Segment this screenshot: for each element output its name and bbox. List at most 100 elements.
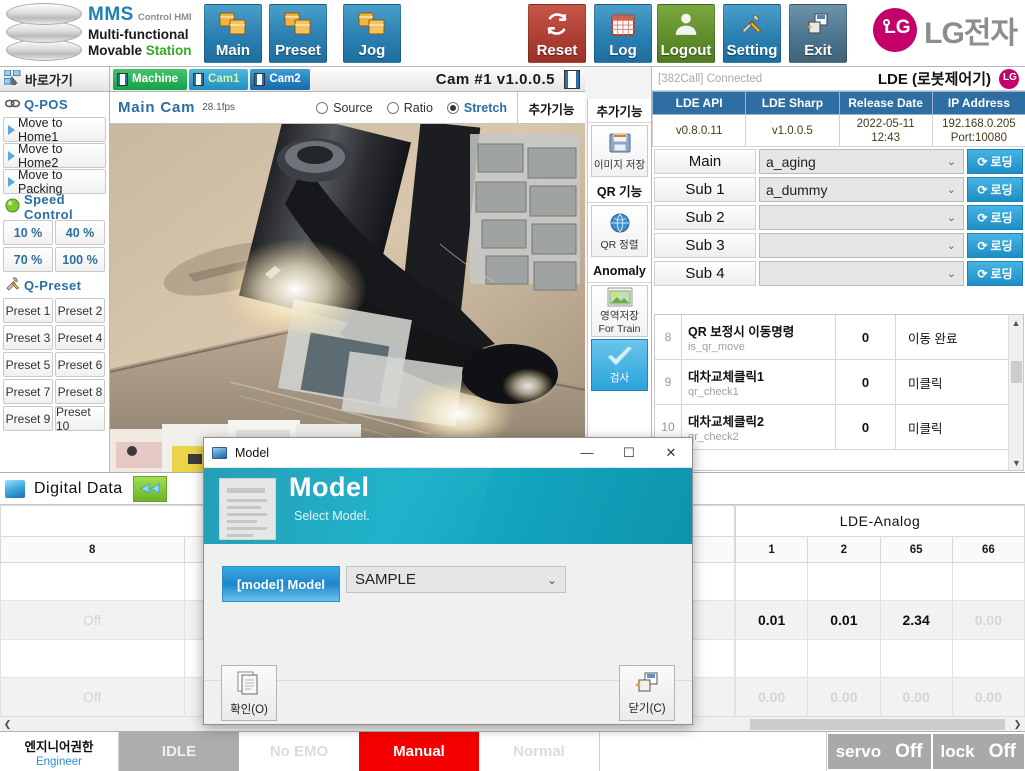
- scroll-down-arrow-icon[interactable]: ▼: [1009, 455, 1023, 470]
- slot-load-button-main[interactable]: ⟳ 로딩: [967, 149, 1023, 174]
- jog-button[interactable]: Jog: [343, 4, 401, 63]
- analog-group-header: LDE-Analog: [735, 504, 1025, 538]
- slot-load-button-sub1[interactable]: ⟳ 로딩: [967, 177, 1023, 202]
- preset-button-8[interactable]: Preset 8: [55, 379, 105, 404]
- dialog-ok-label: 확인(O): [230, 703, 268, 716]
- val-ip-address: 192.168.0.205 Port:10080: [931, 114, 1025, 147]
- speed-option-70[interactable]: 70 %: [3, 247, 53, 272]
- col-lde-api: LDE API: [651, 91, 747, 115]
- app-window: MMS Control HMI Multi-functional Movable …: [0, 0, 1025, 771]
- double-left-arrow-icon: [139, 481, 161, 497]
- check-icon: [605, 346, 635, 371]
- speed-option-100[interactable]: 100 %: [55, 247, 105, 272]
- tab-machine[interactable]: Machine: [113, 68, 188, 90]
- film-icon: [564, 69, 580, 89]
- slot-load-button-sub4[interactable]: ⟳ 로딩: [967, 261, 1023, 286]
- slot-load-button-sub3[interactable]: ⟳ 로딩: [967, 233, 1023, 258]
- setting-button[interactable]: Setting: [723, 4, 781, 63]
- slot-select-main-value: a_aging: [766, 153, 816, 170]
- preset-button-9[interactable]: Preset 9: [3, 406, 53, 431]
- calendar-icon: [595, 5, 651, 42]
- reset-button-label: Reset: [536, 42, 578, 59]
- var-status: 미클릭: [895, 360, 1023, 404]
- camera-tool-column: 추가기능 이미지 저장 QR 기능 QR 정렬 Anomaly 영역저장 For…: [587, 99, 651, 472]
- toolcol-caption-qr: QR 기능: [588, 179, 651, 203]
- sidebar-item-move-home1[interactable]: Move to Home1: [3, 116, 106, 144]
- table-row: 0.01 0.01 2.34 0.00: [734, 600, 1025, 640]
- close-button[interactable]: ✕: [650, 438, 692, 467]
- scroll-right-arrow-icon[interactable]: ❯: [1010, 719, 1025, 730]
- tab-cam2[interactable]: Cam2: [250, 68, 310, 90]
- auth-status: 엔지니어권한 Engineer: [0, 732, 119, 771]
- camera-video-feed[interactable]: [110, 124, 585, 472]
- model-select[interactable]: SAMPLE ⌄: [346, 566, 566, 593]
- table-row[interactable]: 9 대차교체클릭1 qr_check1 0 미클릭: [655, 360, 1023, 405]
- brand-block: MMS Control HMI Multi-functional Movable …: [88, 4, 198, 64]
- minimize-button[interactable]: —: [566, 438, 608, 467]
- preset-button-1[interactable]: Preset 1: [3, 298, 53, 323]
- variable-table-scrollbar[interactable]: ▲ ▼: [1008, 315, 1023, 470]
- radio-source[interactable]: Source: [316, 101, 373, 115]
- main-button[interactable]: Main: [204, 4, 262, 63]
- brand-line3b: Station: [145, 43, 192, 58]
- inspect-button[interactable]: 검사: [591, 339, 648, 391]
- table-row[interactable]: 8 QR 보정시 이동명령 is_qr_move 0 이동 완료: [655, 315, 1023, 360]
- group-header-row: LDE-Analog: [735, 504, 1025, 538]
- slot-select-main[interactable]: a_aging ⌄: [759, 149, 964, 174]
- cell: [879, 638, 953, 679]
- analog-data-table: LDE-Analog 1 2 65 66 0.01 0.01 2.34 0.00…: [734, 504, 1025, 717]
- scrollbar-thumb[interactable]: [750, 719, 1005, 730]
- slot-select-sub1[interactable]: a_dummy ⌄: [759, 177, 964, 202]
- val-lde-api: v0.8.0.11: [651, 114, 747, 147]
- speed-icon: [5, 198, 20, 216]
- analog-col-2: 2: [807, 536, 881, 563]
- table-row[interactable]: 10 대차교체클릭2 qr_check2 0 미클릭: [655, 405, 1023, 450]
- qr-align-button[interactable]: QR 정렬: [591, 205, 648, 257]
- dialog-close-button[interactable]: 닫기(C): [619, 665, 675, 721]
- exit-button[interactable]: Exit: [789, 4, 847, 63]
- status-idle: IDLE: [119, 732, 239, 771]
- boxes-icon: [205, 5, 261, 42]
- scroll-up-arrow-icon[interactable]: ▲: [1009, 315, 1023, 330]
- cell: 0.00: [951, 600, 1025, 640]
- preset-button-4[interactable]: Preset 4: [55, 325, 105, 350]
- collapse-panel-button[interactable]: [132, 475, 167, 502]
- logout-button[interactable]: Logout: [657, 4, 715, 63]
- tab-cam1[interactable]: Cam1: [189, 68, 249, 90]
- preset-button-7[interactable]: Preset 7: [3, 379, 53, 404]
- radio-ratio[interactable]: Ratio: [386, 101, 433, 115]
- preset-button-6[interactable]: Preset 6: [55, 352, 105, 377]
- slot-load-label: 로딩: [990, 239, 1013, 253]
- slot-select-sub4[interactable]: ⌄: [759, 261, 964, 286]
- speed-option-10[interactable]: 10 %: [3, 220, 53, 245]
- scrollbar-thumb[interactable]: [1011, 361, 1022, 383]
- save-image-button[interactable]: 이미지 저장: [591, 125, 648, 177]
- speed-option-40[interactable]: 40 %: [55, 220, 105, 245]
- reset-button[interactable]: Reset: [528, 4, 586, 63]
- film-icon: [254, 72, 266, 86]
- preset-button-10[interactable]: Preset 10: [55, 405, 105, 433]
- maximize-button[interactable]: ☐: [608, 438, 650, 467]
- preset-button-2[interactable]: Preset 2: [55, 298, 105, 323]
- scroll-left-arrow-icon[interactable]: ❮: [0, 719, 15, 730]
- save-region-for-train-button[interactable]: 영역저장 For Train: [591, 285, 648, 337]
- save-region-label-2: For Train: [598, 322, 641, 335]
- sidebar-tab-shortcut[interactable]: 바로가기: [0, 67, 109, 92]
- var-symbol: is_qr_move: [688, 341, 745, 353]
- save-region-label-1: 영역저장: [600, 310, 639, 323]
- log-button[interactable]: Log: [594, 4, 652, 63]
- auth-level-en: Engineer: [35, 755, 83, 768]
- slot-load-button-sub2[interactable]: ⟳ 로딩: [967, 205, 1023, 230]
- slot-load-label: 로딩: [990, 211, 1013, 225]
- cell: [0, 561, 185, 602]
- slot-select-sub3[interactable]: ⌄: [759, 233, 964, 258]
- play-triangle-icon: [8, 124, 15, 135]
- sidebar-item-move-home2[interactable]: Move to Home2: [3, 142, 106, 170]
- preset-button[interactable]: Preset: [269, 4, 327, 63]
- dialog-ok-button[interactable]: 확인(O): [221, 665, 277, 721]
- slot-select-sub2[interactable]: ⌄: [759, 205, 964, 230]
- sidebar-item-move-packing[interactable]: Move to Packing: [3, 168, 106, 196]
- preset-button-5[interactable]: Preset 5: [3, 352, 53, 377]
- preset-button-3[interactable]: Preset 3: [3, 325, 53, 350]
- radio-stretch[interactable]: Stretch: [446, 101, 507, 115]
